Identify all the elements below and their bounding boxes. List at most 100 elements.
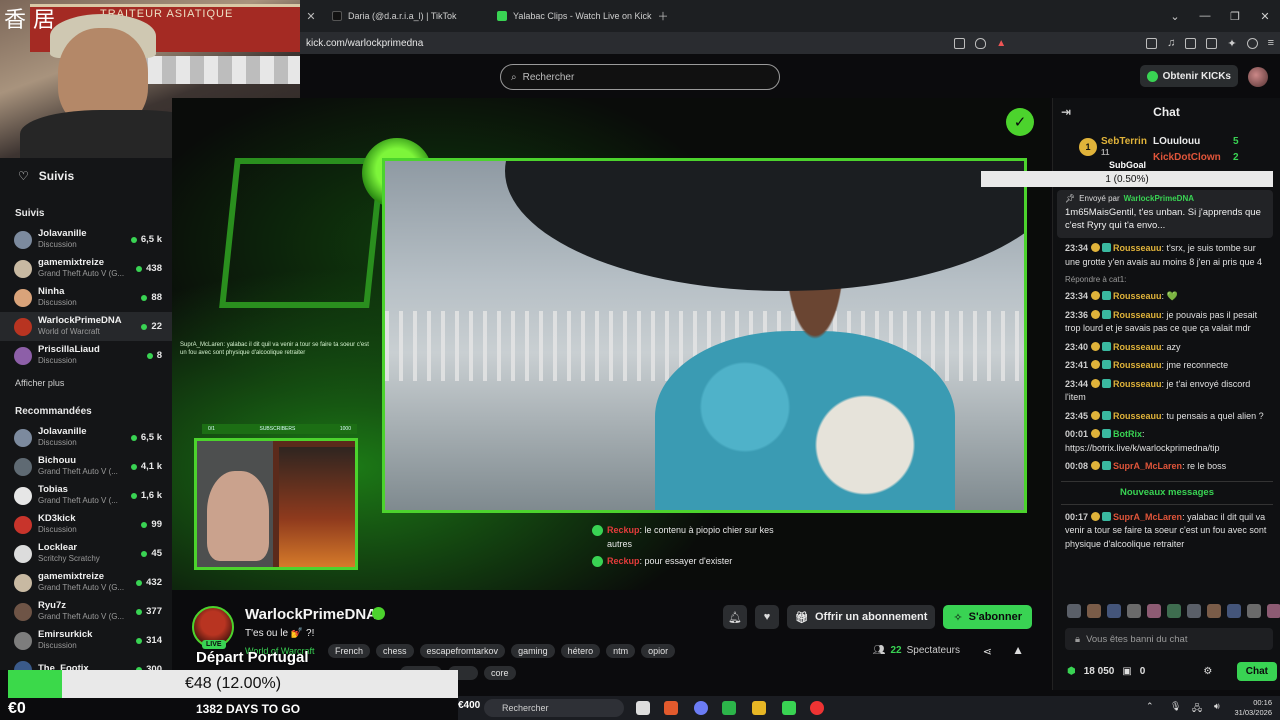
tag[interactable]: core — [484, 666, 516, 680]
sub-badge-icon — [1091, 378, 1101, 388]
message-username[interactable]: SuprA_McLaren — [1113, 512, 1182, 522]
maximize-icon[interactable]: ❐ — [1220, 10, 1250, 23]
emote-icon[interactable] — [1107, 604, 1121, 618]
chat-send-button[interactable]: Chat — [1236, 662, 1277, 681]
tag[interactable]: opior — [641, 644, 676, 658]
message-username[interactable]: Rousseauu — [1113, 310, 1162, 320]
message-username[interactable]: SuprA_McLaren — [1113, 461, 1182, 471]
viewer-count: 6,5 k — [130, 234, 162, 245]
collapse-chat-icon[interactable]: ⇥ — [1061, 105, 1071, 119]
emote-icon[interactable] — [1067, 604, 1081, 618]
tag[interactable]: escapefromtarkov — [419, 644, 506, 658]
sidebar-channel[interactable]: Bichouu Grand Theft Auto V (... 4,1 k — [0, 452, 172, 481]
sidebar-channel[interactable]: Tobias Grand Theft Auto V (... 1,6 k — [0, 481, 172, 510]
minimize-icon[interactable]: — — [1190, 10, 1220, 23]
sidebar-header[interactable]: ♡ Suivis — [0, 158, 172, 194]
sidebar-channel[interactable]: Ninha Discussion 88 — [0, 283, 172, 312]
message-username[interactable]: Rousseauu — [1113, 342, 1162, 352]
sidebar-icon[interactable] — [1185, 37, 1197, 49]
settings-icon[interactable]: ⚙ — [1203, 666, 1212, 677]
kick-app-icon[interactable] — [782, 701, 796, 715]
wallet-icon[interactable] — [1206, 37, 1218, 49]
notification-bell-button[interactable]: 🔔︎ — [723, 605, 747, 629]
tag[interactable]: gaming — [511, 644, 555, 658]
sidebar-channel[interactable]: KD3kick Discussion 99 — [0, 510, 172, 539]
sidebar-channel[interactable]: The_Footix 300 — [0, 655, 172, 670]
viewer-count: 314 — [136, 635, 162, 646]
tag[interactable]: French — [328, 644, 371, 658]
sidebar-channel[interactable]: Ryu7z Grand Theft Auto V (G... 377 — [0, 597, 172, 626]
user-avatar[interactable] — [1248, 67, 1268, 87]
message-username[interactable]: Rousseauu — [1113, 411, 1162, 421]
new-messages-divider[interactable]: Nouveaux messages — [1061, 480, 1273, 505]
gift-sub-button[interactable]: 🎁︎ Offrir un abonnement — [787, 605, 936, 629]
sidebar-channel[interactable]: Locklear Scritchy Scratchy 45 — [0, 539, 172, 568]
sidebar-channel[interactable]: gamemixtreize Grand Theft Auto V (G... 432 — [0, 568, 172, 597]
sidebar-channel[interactable]: gamemixtreize Grand Theft Auto V (G... 438 — [0, 254, 172, 283]
ai-icon[interactable]: ✦ — [1227, 37, 1236, 50]
report-icon[interactable]: ▲ — [1012, 643, 1024, 657]
video-player[interactable]: ✓ SuprA_McLaren: yalabac il dit quil va … — [172, 98, 1050, 590]
share-icon[interactable]: ⋖ — [983, 645, 992, 658]
tab-search-icon[interactable]: ⌄ — [1160, 10, 1190, 23]
gift-box-icon[interactable]: ▣ — [1122, 666, 1131, 677]
sidebar-channel[interactable]: Jolavanille Discussion 6,5 k — [0, 423, 172, 452]
discord-icon[interactable] — [694, 701, 708, 715]
sidebar-title: Suivis — [38, 169, 75, 183]
message-username[interactable]: Rousseauu — [1113, 291, 1162, 301]
emote-icon[interactable] — [1247, 604, 1261, 618]
url-field[interactable]: kick.com/warlockprimedna — [306, 38, 423, 49]
emote-icon[interactable] — [1167, 604, 1181, 618]
emote-icon[interactable] — [1187, 604, 1201, 618]
sidebar-channel[interactable]: Jolavanille Discussion 6,5 k — [0, 225, 172, 254]
file-explorer-icon[interactable] — [636, 701, 650, 715]
reply-context[interactable]: Répondre à cat1: — [1053, 272, 1280, 288]
tab-tiktok[interactable]: Daria (@d.a.r.i.a_l) | TikTok — [322, 0, 487, 32]
tag[interactable]: chess — [376, 644, 414, 658]
tag[interactable]: hétero — [560, 644, 601, 658]
shield-icon[interactable] — [975, 37, 987, 49]
rewards-icon[interactable]: ▲ — [996, 38, 1006, 49]
sidebar-channel[interactable]: Emirsurkick Discussion 314 — [0, 626, 172, 655]
brave-icon[interactable] — [664, 701, 678, 715]
close-window-icon[interactable]: ✕ — [1250, 10, 1280, 23]
tag[interactable]: ntm — [606, 644, 636, 658]
subscribe-button[interactable]: ✧ S'abonner — [943, 605, 1032, 629]
screenshot-icon[interactable] — [1146, 37, 1158, 49]
tab-close-icon[interactable]: ✕ — [300, 0, 322, 32]
message-username[interactable]: Rousseauu — [1113, 360, 1162, 370]
share-icon[interactable] — [954, 37, 966, 49]
chat-input[interactable]: 🔒︎ Vous êtes banni du chat — [1065, 628, 1273, 650]
message-username[interactable]: Rousseauu — [1113, 243, 1162, 253]
new-tab-icon[interactable]: ＋ — [652, 0, 674, 32]
get-kicks-button[interactable]: Obtenir KICKs — [1139, 65, 1238, 87]
emote-icon[interactable] — [1147, 604, 1161, 618]
tab-kick[interactable]: Yalabac Clips - Watch Live on Kick — [487, 0, 652, 32]
pinned-message[interactable]: 📌︎ Envoyé par WarlockPrimeDNA 1m65MaisGe… — [1057, 190, 1273, 238]
app-icon[interactable] — [752, 701, 766, 715]
tray-arrow-icon[interactable]: ⌃ — [1146, 701, 1160, 715]
emote-icon[interactable] — [1207, 604, 1221, 618]
sidebar-channel[interactable]: PriscillaLiaud Discussion 8 — [0, 341, 172, 370]
emote-icon[interactable] — [1227, 604, 1241, 618]
volume-icon[interactable]: 🔊︎ — [1214, 701, 1228, 715]
spreadsheet-icon[interactable] — [722, 701, 736, 715]
sidebar-channel[interactable]: WarlockPrimeDNA World of Warcraft 22 — [0, 312, 172, 341]
vpn-icon[interactable] — [1246, 37, 1258, 49]
taskbar-clock[interactable]: 00:16 31/03/2026 — [1234, 698, 1272, 718]
emote-icon[interactable] — [1267, 604, 1280, 618]
menu-icon[interactable]: ≡ — [1268, 37, 1274, 49]
network-icon[interactable]: 🖧︎ — [1192, 701, 1206, 715]
record-icon[interactable] — [810, 701, 824, 715]
mic-icon[interactable]: 🎙︎ — [1170, 701, 1184, 715]
follow-heart-button[interactable]: ♥ — [755, 605, 779, 629]
message-username[interactable]: Rousseauu — [1113, 379, 1162, 389]
search-input[interactable]: ⌕ Rechercher — [500, 64, 780, 90]
emote-icon[interactable] — [1087, 604, 1101, 618]
emote-icon[interactable] — [1127, 604, 1141, 618]
channel-name[interactable]: WarlockPrimeDNA — [245, 606, 377, 623]
taskbar-search[interactable]: Rechercher — [484, 699, 624, 717]
message-username[interactable]: BotRix — [1113, 429, 1142, 439]
music-icon[interactable]: ♫ — [1167, 37, 1175, 49]
show-more-link[interactable]: Afficher plus — [0, 370, 172, 392]
